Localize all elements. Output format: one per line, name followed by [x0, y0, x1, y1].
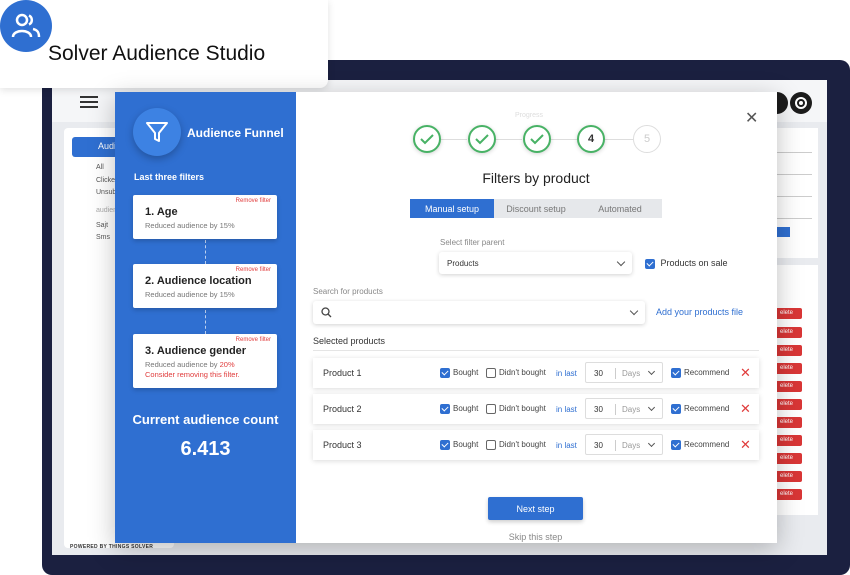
days-select[interactable]: 30 Days — [585, 434, 663, 455]
tab-automated[interactable]: Automated — [578, 199, 662, 218]
product-name: Product 3 — [323, 440, 362, 450]
filter-reduction: Reduced audience by 15% — [145, 221, 235, 230]
filter-reduction: Reduced audience by 15% — [145, 290, 235, 299]
app-title: Solver Audience Studio — [48, 42, 266, 65]
table-row: Product 1 Bought Didn't bought in last 3… — [313, 358, 759, 388]
bought-checkbox[interactable]: Bought — [440, 440, 478, 450]
days-select[interactable]: 30 Days — [585, 398, 663, 419]
days-select[interactable]: 30 Days — [585, 362, 663, 383]
filter-card-location: Remove filter 2. Audience location Reduc… — [133, 264, 277, 308]
checkbox-checked-icon — [645, 258, 655, 269]
step-4-current: 4 — [577, 125, 605, 153]
table-row: Product 3 Bought Didn't bought in last 3… — [313, 430, 759, 460]
sidebar-item[interactable]: Clicke — [96, 177, 115, 184]
tab-discount-setup[interactable]: Discount setup — [494, 199, 578, 218]
sidebar-item[interactable]: Sms — [96, 234, 110, 241]
bought-checkbox[interactable]: Bought — [440, 368, 478, 378]
filter-title: 3. Audience gender — [145, 345, 247, 357]
sidebar-item[interactable]: Unsub — [96, 189, 116, 196]
funnel-title: Audience Funnel — [187, 126, 284, 140]
chevron-down-icon — [616, 257, 626, 267]
filter-card-age: Remove filter 1. Age Reduced audience by… — [133, 195, 277, 239]
sidebar-item[interactable]: Sajt — [96, 222, 108, 229]
chevron-down-icon — [629, 306, 639, 316]
setup-tabs: Manual setup Discount setup Automated — [410, 199, 662, 218]
users-icon — [0, 0, 52, 52]
last-filters-label: Last three filters — [134, 172, 205, 182]
filter-reduction: Reduced audience by 20% — [145, 360, 235, 369]
product-name: Product 1 — [323, 368, 362, 378]
didnt-bought-checkbox[interactable]: Didn't bought — [486, 404, 546, 414]
audience-count-label: Current audience count — [132, 412, 279, 427]
chevron-down-icon — [647, 403, 656, 412]
filter-parent-select[interactable]: Products — [439, 252, 632, 274]
step-1-check-icon — [413, 125, 441, 153]
powered-by: POWERED BY THINGS SOLVER — [70, 544, 154, 550]
in-last-label: in last — [556, 441, 577, 450]
filter-title: 1. Age — [145, 206, 178, 218]
search-input[interactable] — [313, 301, 645, 324]
filter-title: 2. Audience location — [145, 275, 252, 287]
chevron-down-icon — [647, 367, 656, 376]
remove-filter-link[interactable]: Remove filter — [236, 337, 271, 343]
sidebar-item[interactable]: audien — [96, 207, 117, 214]
filter-warning: Consider removing this filter. — [145, 370, 240, 379]
menu-icon[interactable] — [80, 96, 98, 108]
in-last-label: in last — [556, 405, 577, 414]
remove-product-icon[interactable]: ✕ — [740, 401, 751, 417]
in-last-label: in last — [556, 369, 577, 378]
close-icon[interactable]: ✕ — [745, 108, 758, 128]
search-label: Search for products — [313, 287, 383, 296]
didnt-bought-checkbox[interactable]: Didn't bought — [486, 368, 546, 378]
step-2-check-icon — [468, 125, 496, 153]
step-5-todo: 5 — [633, 125, 661, 153]
funnel-panel: Audience Funnel Last three filters Remov… — [115, 92, 296, 543]
remove-filter-link[interactable]: Remove filter — [236, 267, 271, 273]
next-step-button[interactable]: Next step — [488, 497, 583, 520]
selected-products-label: Selected products — [313, 336, 386, 346]
bought-checkbox[interactable]: Bought — [440, 404, 478, 414]
step-3-check-icon — [523, 125, 551, 153]
filter-icon — [133, 108, 181, 156]
remove-filter-link[interactable]: Remove filter — [236, 198, 271, 204]
chevron-down-icon — [647, 439, 656, 448]
remove-product-icon[interactable]: ✕ — [740, 437, 751, 453]
filter-parent-label: Select filter parent — [440, 238, 505, 247]
sidebar-item[interactable]: All — [96, 164, 104, 171]
recommend-checkbox[interactable]: Recommend — [671, 368, 729, 378]
add-products-file-link[interactable]: Add your products file — [656, 307, 743, 317]
tab-manual-setup[interactable]: Manual setup — [410, 199, 494, 218]
remove-product-icon[interactable]: ✕ — [740, 365, 751, 381]
recommend-checkbox[interactable]: Recommend — [671, 404, 729, 414]
app-badge: Solver Audience Studio — [0, 0, 328, 88]
products-on-sale-checkbox[interactable]: Products on sale — [645, 258, 728, 269]
audience-funnel-modal: Audience Funnel Last three filters Remov… — [115, 92, 777, 543]
section-title: Filters by product — [482, 170, 590, 186]
skip-step-link[interactable]: Skip this step — [488, 532, 583, 542]
audience-count-value: 6.413 — [180, 438, 231, 460]
product-name: Product 2 — [323, 404, 362, 414]
filter-card-gender: Remove filter 3. Audience gender Reduced… — [133, 334, 277, 388]
gear-icon[interactable] — [790, 92, 812, 114]
recommend-checkbox[interactable]: Recommend — [671, 440, 729, 450]
table-row: Product 2 Bought Didn't bought in last 3… — [313, 394, 759, 424]
progress-label: Progress — [515, 112, 544, 119]
search-icon — [321, 307, 332, 318]
didnt-bought-checkbox[interactable]: Didn't bought — [486, 440, 546, 450]
